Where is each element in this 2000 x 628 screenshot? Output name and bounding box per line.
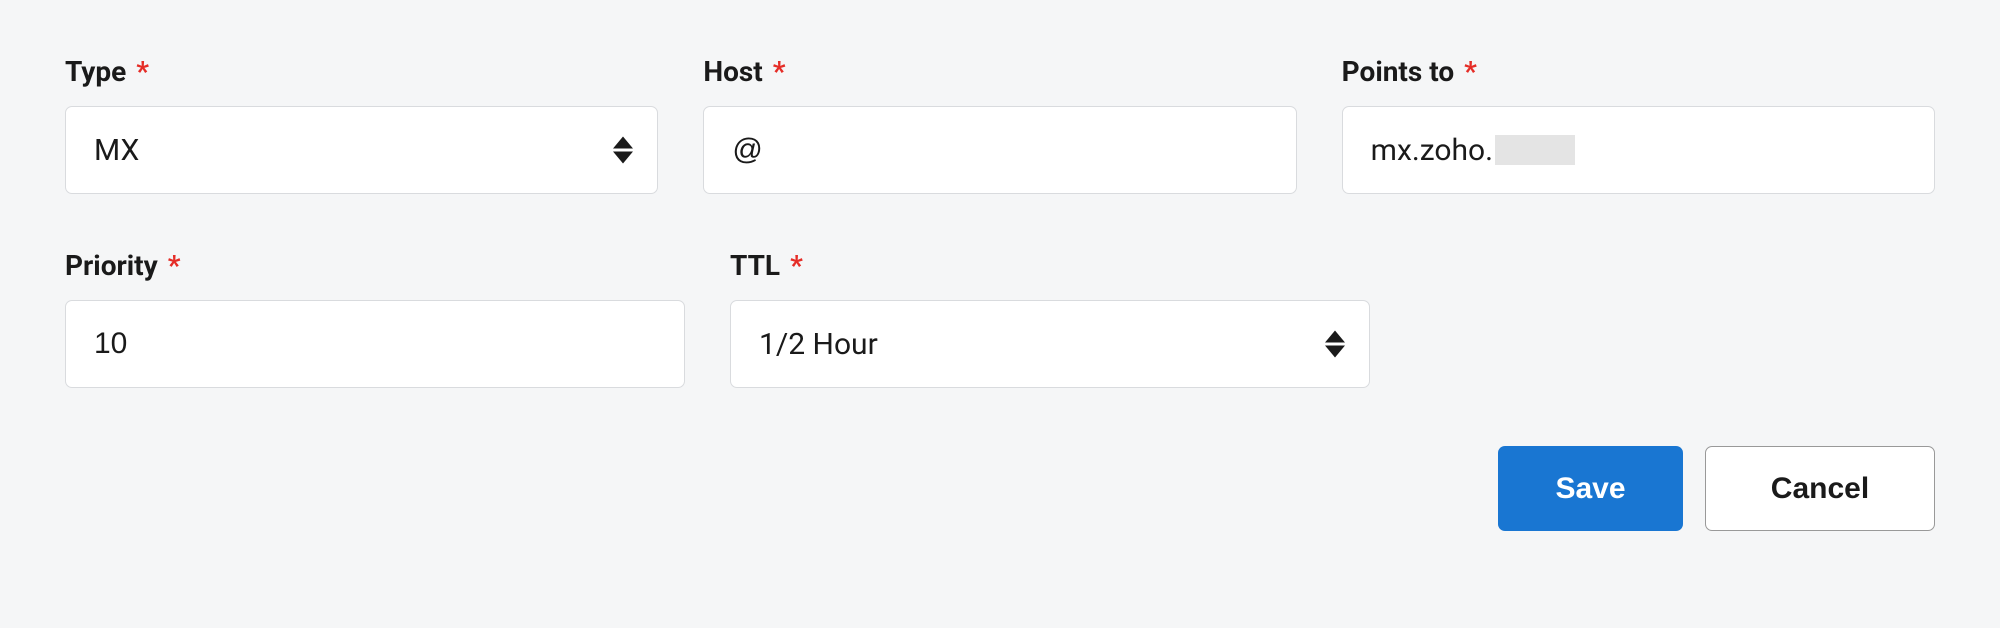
required-mark: *: [1464, 55, 1477, 88]
redacted-block: [1495, 135, 1575, 165]
required-mark: *: [136, 55, 149, 88]
chevron-down-icon: [613, 152, 633, 164]
type-select[interactable]: MX: [65, 106, 658, 194]
button-row: Save Cancel: [65, 446, 1935, 531]
form-row-1: Type* MX Host* Points to*: [65, 55, 1935, 194]
chevron-up-icon: [613, 137, 633, 149]
priority-input[interactable]: [94, 327, 656, 361]
priority-input-wrapper: [65, 300, 685, 388]
points-to-input-wrapper: mx.zoho.: [1342, 106, 1935, 194]
host-label: Host*: [703, 55, 1296, 88]
field-type: Type* MX: [65, 55, 658, 194]
field-points-to: Points to* mx.zoho.: [1342, 55, 1935, 194]
points-to-input[interactable]: mx.zoho.: [1371, 133, 1906, 168]
field-ttl: TTL* 1/2 Hour: [730, 249, 1370, 388]
ttl-label: TTL*: [730, 249, 1370, 282]
points-to-label: Points to*: [1342, 55, 1935, 88]
chevron-down-icon: [1325, 346, 1345, 358]
required-mark: *: [168, 249, 181, 282]
select-arrows-icon: [1325, 331, 1345, 358]
field-priority: Priority*: [65, 249, 685, 388]
ttl-select[interactable]: 1/2 Hour: [730, 300, 1370, 388]
points-to-value: mx.zoho.: [1371, 133, 1493, 168]
host-input[interactable]: [732, 133, 1267, 167]
type-label: Type*: [65, 55, 658, 88]
cancel-button[interactable]: Cancel: [1705, 446, 1935, 531]
dns-record-form: Type* MX Host* Points to*: [65, 55, 1935, 531]
type-value: MX: [94, 133, 597, 168]
chevron-up-icon: [1325, 331, 1345, 343]
field-host: Host*: [703, 55, 1296, 194]
host-input-wrapper: [703, 106, 1296, 194]
priority-label: Priority*: [65, 249, 685, 282]
save-button[interactable]: Save: [1498, 446, 1683, 531]
required-mark: *: [773, 55, 786, 88]
form-row-2: Priority* TTL* 1/2 Hour: [65, 249, 1935, 388]
required-mark: *: [790, 249, 803, 282]
ttl-value: 1/2 Hour: [759, 327, 1309, 362]
select-arrows-icon: [613, 137, 633, 164]
